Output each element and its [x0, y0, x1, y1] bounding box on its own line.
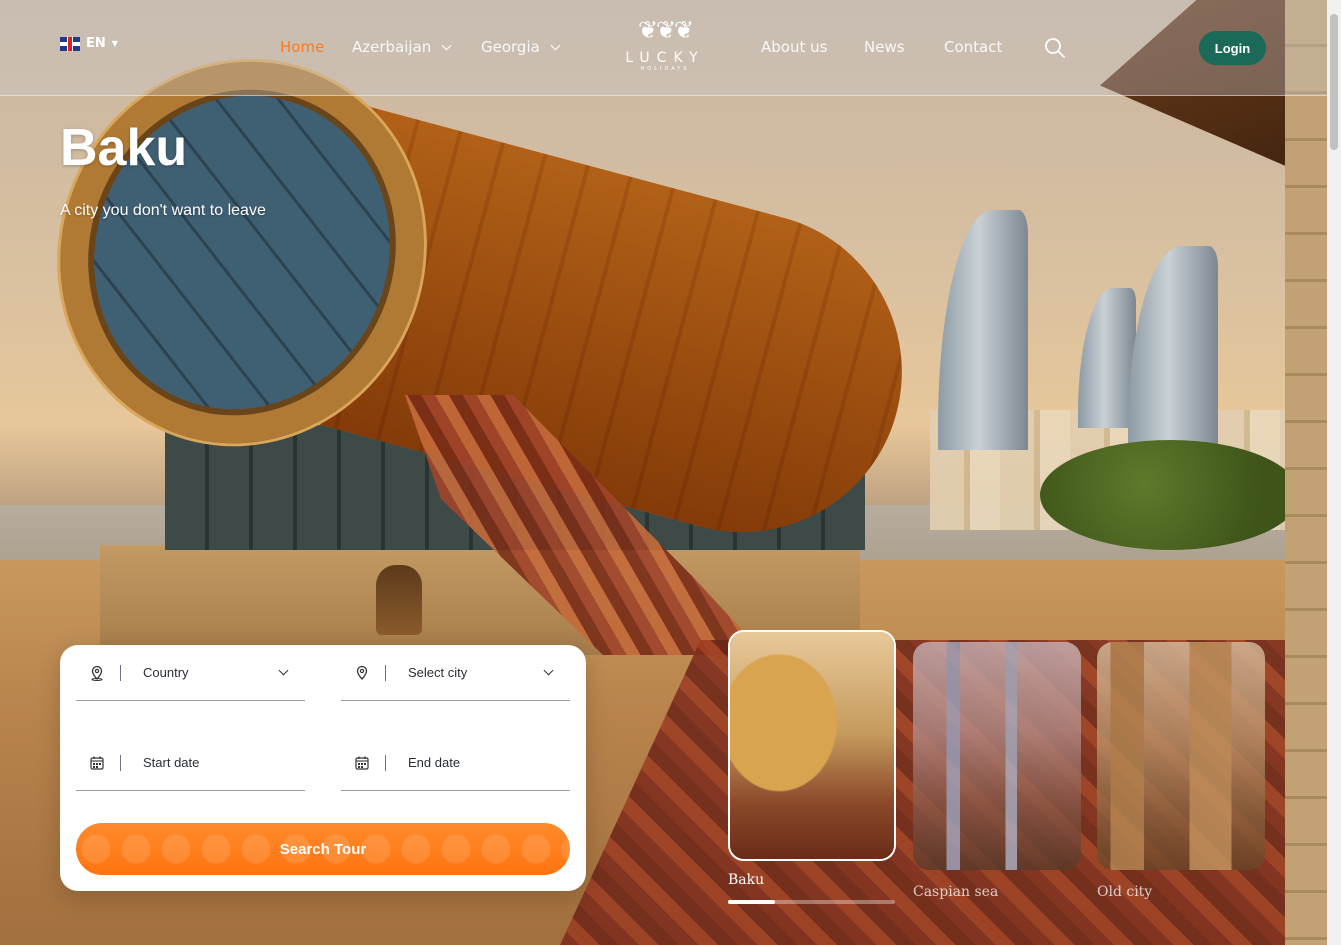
- old-city-thumbnail: [1097, 642, 1265, 870]
- city-label: Select city: [408, 665, 468, 680]
- end-date-label: End date: [408, 755, 461, 770]
- nav-news[interactable]: News: [864, 38, 905, 56]
- search-tour-button[interactable]: Search Tour: [76, 823, 570, 875]
- location-pin-icon: [351, 662, 373, 684]
- chevron-down-icon: [278, 665, 289, 676]
- destination-label-old-city[interactable]: Old city: [1097, 884, 1152, 900]
- nav-news-label: News: [864, 38, 905, 56]
- destination-label-baku[interactable]: Baku: [728, 872, 764, 888]
- country-label: Country: [143, 665, 189, 680]
- search-icon[interactable]: [1044, 37, 1066, 59]
- start-date-field[interactable]: Start date: [76, 735, 305, 791]
- nav-georgia[interactable]: Georgia: [481, 38, 561, 56]
- end-date-field[interactable]: End date: [341, 735, 570, 791]
- page-title: Baku: [60, 119, 188, 177]
- trees: [1040, 440, 1300, 550]
- site-header: EN ▼ Home Azerbaijan Georgia ❦❦❦ LUCKY H…: [0, 0, 1341, 96]
- page-subtitle: A city you don't want to leave: [60, 202, 266, 219]
- flame-tower: [938, 210, 1028, 450]
- logo-sub: HOLIDAYS: [640, 66, 690, 72]
- tour-search-form: Country Select city Start date End date …: [60, 645, 586, 891]
- chevron-down-icon: [441, 40, 452, 50]
- calendar-icon: [351, 752, 373, 774]
- language-selector[interactable]: EN ▼: [60, 36, 118, 51]
- login-button[interactable]: Login: [1199, 31, 1266, 65]
- logo[interactable]: ❦❦❦ LUCKY HOLIDAYS: [620, 16, 710, 72]
- nav-home-label: Home: [280, 38, 325, 56]
- uk-flag-icon: [60, 36, 80, 51]
- destination-label-caspian[interactable]: Caspian sea: [913, 884, 998, 900]
- nav-about[interactable]: About us: [761, 38, 827, 56]
- language-label: EN: [86, 36, 106, 51]
- baku-thumbnail: [730, 632, 894, 859]
- destination-card-caspian[interactable]: [913, 642, 1081, 870]
- field-separator: [385, 664, 386, 681]
- chevron-down-icon: [550, 40, 561, 50]
- leaf-logo-icon: ❦❦❦: [637, 16, 694, 44]
- start-date-label: Start date: [143, 755, 200, 770]
- field-separator: [385, 754, 386, 771]
- flame-tower: [1078, 288, 1136, 428]
- caret-down-icon: ▼: [111, 39, 118, 48]
- caspian-thumbnail: [913, 642, 1081, 870]
- logo-name: LUCKY: [625, 50, 705, 66]
- slider-progress-fill: [728, 900, 775, 904]
- calendar-icon: [86, 752, 108, 774]
- flame-tower: [1128, 246, 1218, 451]
- field-separator: [120, 664, 121, 681]
- lamp: [376, 565, 422, 635]
- nav-contact[interactable]: Contact: [944, 38, 1002, 56]
- city-select[interactable]: Select city: [341, 645, 570, 701]
- nav-about-label: About us: [761, 38, 828, 56]
- location-pin-icon: [86, 662, 108, 684]
- destination-card-old-city[interactable]: [1097, 642, 1265, 870]
- destination-card-baku[interactable]: [728, 630, 896, 861]
- country-select[interactable]: Country: [76, 645, 305, 701]
- field-separator: [120, 754, 121, 771]
- slider-progress: [728, 900, 895, 904]
- nav-azerbaijan[interactable]: Azerbaijan: [352, 38, 452, 56]
- nav-home[interactable]: Home: [280, 38, 324, 56]
- chevron-down-icon: [543, 665, 554, 676]
- scrollbar-thumb[interactable]: [1330, 14, 1338, 150]
- scrollbar[interactable]: [1327, 0, 1341, 945]
- nav-azerbaijan-label: Azerbaijan: [352, 38, 432, 56]
- nav-georgia-label: Georgia: [481, 38, 540, 56]
- nav-contact-label: Contact: [944, 38, 1003, 56]
